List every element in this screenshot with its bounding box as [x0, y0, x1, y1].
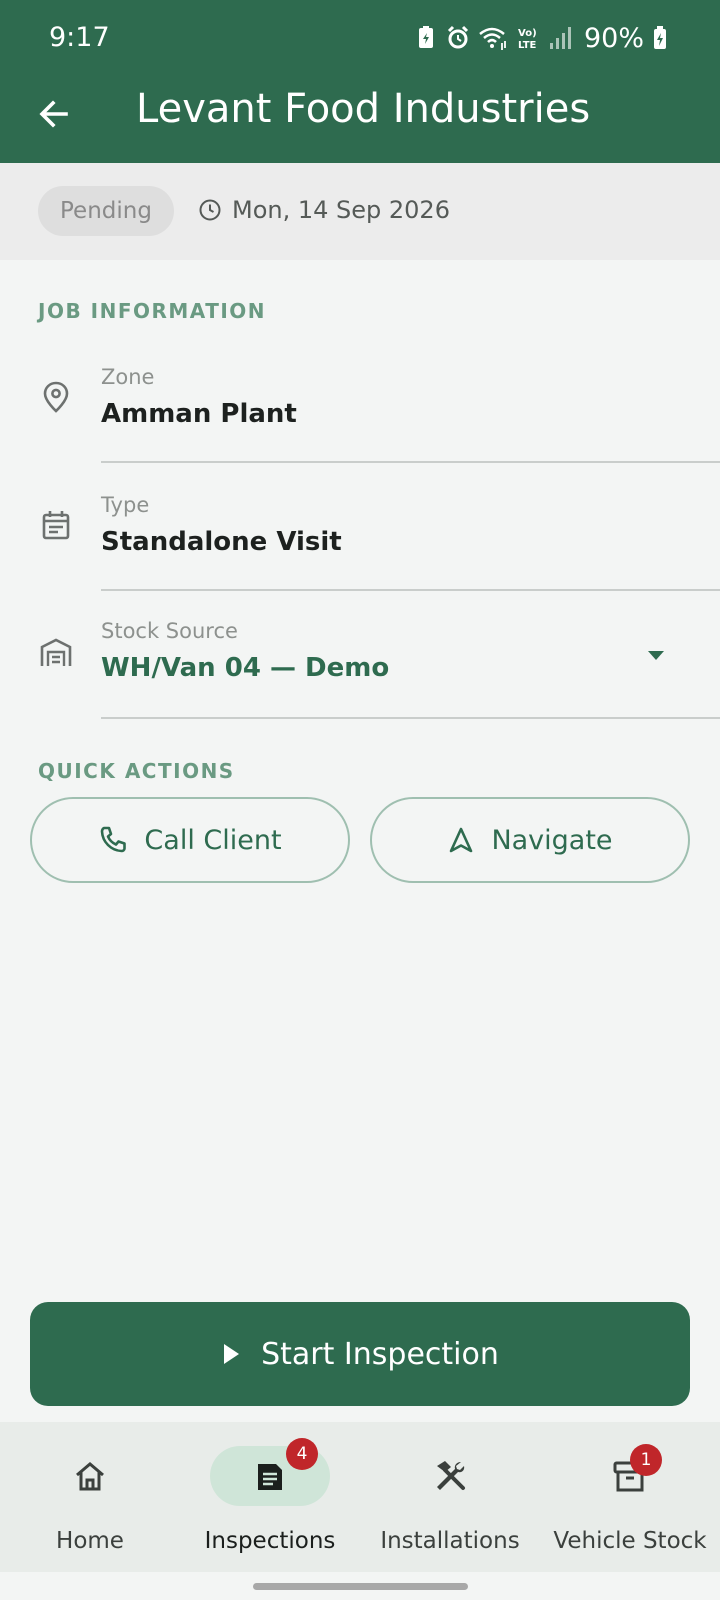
job-status-strip: Pending Mon, 14 Sep 2026 — [0, 163, 720, 260]
svg-text:Vo): Vo) — [518, 28, 537, 39]
location-pin-icon — [43, 381, 69, 413]
zone-label: Zone — [101, 365, 155, 389]
stock-source-label: Stock Source — [101, 619, 238, 643]
battery-saver-icon — [418, 26, 433, 48]
scheduled-date: Mon, 14 Sep 2026 — [198, 196, 450, 224]
navigate-label: Navigate — [491, 824, 613, 856]
vehicle-stock-badge: 1 — [630, 1444, 662, 1476]
nav-installations-icon-wrap — [390, 1446, 510, 1506]
calendar-icon — [42, 511, 70, 540]
stock-source-dropdown[interactable]: Stock Source WH/Van 04 — Demo — [0, 591, 720, 719]
nav-vehicle-stock[interactable]: 1 Vehicle Stock — [540, 1422, 720, 1572]
volte-icon: Vo) LTE — [518, 28, 537, 51]
home-icon — [76, 1462, 104, 1491]
nav-inspections[interactable]: 4 Inspections — [180, 1422, 360, 1572]
nav-installations[interactable]: Installations — [360, 1422, 540, 1572]
nav-installations-label: Installations — [380, 1528, 520, 1554]
app-header: 9:17 Vo) LTE 90% Levant Food Industries — [0, 0, 720, 163]
svg-text:LTE: LTE — [518, 40, 537, 51]
alarm-icon — [447, 25, 469, 49]
inspections-badge: 4 — [286, 1438, 318, 1470]
status-bar: 9:17 Vo) LTE 90% — [0, 0, 720, 80]
navigation-arrow-icon — [450, 827, 473, 853]
phone-icon — [101, 826, 127, 853]
bottom-navigation: Home 4 Inspections Installations 1 Vehic… — [0, 1422, 720, 1572]
navigate-button[interactable]: Navigate — [370, 797, 690, 883]
nav-vehicle-stock-label: Vehicle Stock — [553, 1528, 707, 1554]
call-client-button[interactable]: Call Client — [30, 797, 350, 883]
warehouse-icon — [40, 638, 72, 666]
nav-inspections-label: Inspections — [204, 1528, 336, 1554]
dropdown-arrow-icon — [648, 651, 664, 660]
start-inspection-label: Start Inspection — [261, 1336, 499, 1372]
gesture-handle[interactable] — [253, 1583, 468, 1590]
tools-icon — [437, 1461, 465, 1490]
date-text: Mon, 14 Sep 2026 — [232, 196, 450, 224]
call-client-label: Call Client — [144, 824, 282, 856]
nav-home-label: Home — [56, 1528, 124, 1554]
play-icon — [224, 1344, 240, 1364]
type-label: Type — [101, 493, 150, 517]
app-bar: Levant Food Industries — [0, 80, 720, 163]
divider — [101, 717, 720, 719]
status-badge: Pending — [38, 186, 174, 236]
arrow-left-icon — [39, 100, 68, 128]
start-inspection-button[interactable]: Start Inspection — [30, 1302, 690, 1406]
status-time: 9:17 — [49, 22, 110, 53]
stock-source-value: WH/Van 04 — Demo — [101, 653, 390, 683]
nav-home[interactable]: Home — [0, 1422, 180, 1572]
battery-icon — [654, 26, 666, 49]
back-button[interactable] — [30, 90, 78, 138]
page-title: Levant Food Industries — [136, 86, 591, 132]
type-value: Standalone Visit — [101, 527, 342, 557]
type-row: Type Standalone Visit — [0, 463, 720, 591]
wifi-icon — [479, 27, 506, 50]
job-information-heading: JOB INFORMATION — [38, 299, 267, 323]
clipboard-icon — [258, 1464, 282, 1490]
signal-icon — [549, 27, 571, 49]
status-icons: Vo) LTE 90% — [414, 22, 668, 54]
zone-row: Zone Amman Plant — [0, 335, 720, 463]
zone-value: Amman Plant — [101, 399, 297, 429]
quick-actions-heading: QUICK ACTIONS — [38, 759, 235, 783]
battery-percent: 90% — [583, 22, 644, 54]
clock-icon — [199, 199, 221, 221]
nav-home-icon-wrap — [30, 1446, 150, 1506]
